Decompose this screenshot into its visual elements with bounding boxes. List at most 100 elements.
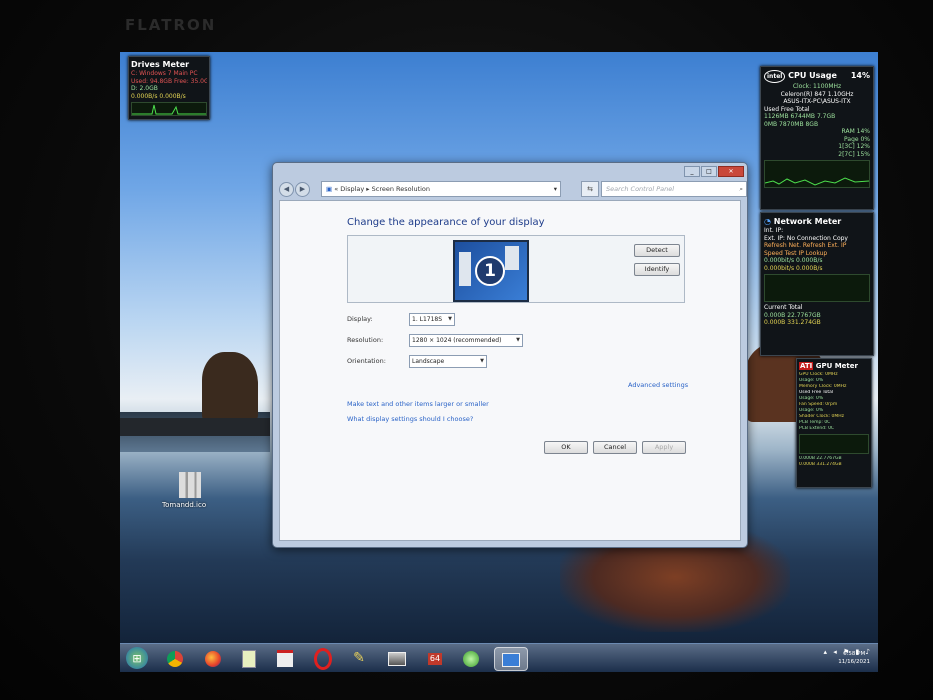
taskbar-64-button[interactable]: 64 bbox=[424, 647, 446, 669]
drives-line: C: Windows 7 Main PC bbox=[131, 70, 198, 77]
search-input[interactable]: Search Control Panel ⌕ bbox=[601, 181, 747, 197]
gpu-graph bbox=[799, 434, 869, 454]
network-meter-title: Network Meter bbox=[773, 217, 842, 226]
resolution-label: Resolution: bbox=[347, 336, 384, 344]
cpu-line: ASUS-ITX-PC\ASUS-ITX bbox=[783, 98, 851, 105]
firefox-icon bbox=[205, 650, 221, 667]
network-line: Int. IP: bbox=[764, 227, 784, 234]
monitor-number: 1 bbox=[475, 256, 505, 286]
calendar-icon bbox=[277, 650, 293, 667]
display-label: Display: bbox=[347, 315, 373, 323]
drives-meter-gadget[interactable]: Drives Meter C: Windows 7 Main PC Used: … bbox=[128, 56, 210, 120]
gpu-meter-gadget[interactable]: ATI GPU Meter GPU Clock: 0MHz Usage: 0% … bbox=[796, 358, 872, 488]
resolution-select[interactable]: 1280 × 1024 (recommended) ▼ bbox=[409, 334, 523, 347]
file-icon bbox=[179, 472, 201, 498]
cpu-usage-title: CPU Usage bbox=[788, 71, 837, 80]
gpu-line: PCB Extend: 0C bbox=[799, 426, 835, 431]
network-line: 0.000bit/s 0.000B/s bbox=[764, 264, 823, 272]
intel-logo-icon: intel bbox=[764, 70, 786, 83]
chrome-icon bbox=[167, 650, 183, 667]
cpu-line: 2[7C] 15% bbox=[838, 150, 870, 158]
cpu-line: Celeron(R) 847 1.10GHz bbox=[780, 90, 854, 98]
monitor-icon bbox=[502, 652, 520, 667]
cpu-line: 1[3C] 12% bbox=[838, 143, 870, 150]
screen-resolution-window[interactable]: _ □ ✕ ◀ ▶ ▣ « Display ▸ Screen Resolutio… bbox=[272, 162, 748, 548]
drives-line: Used: 94.8GB Free: 35.0GB bbox=[131, 77, 207, 85]
monitor-brand: FLATRON bbox=[125, 16, 217, 34]
identify-button[interactable]: Identify bbox=[634, 263, 680, 276]
refresh-button[interactable]: ⇆ bbox=[581, 181, 599, 197]
start-button[interactable]: ⊞ bbox=[126, 647, 148, 669]
cpu-usage-gadget[interactable]: intel CPU Usage 14% Clock: 1100MHz Celer… bbox=[760, 66, 874, 210]
detect-button[interactable]: Detect bbox=[634, 244, 680, 257]
navigation-bar: ◀ ▶ ▣ « Display ▸ Screen Resolution ▾ ⇆ … bbox=[279, 181, 747, 197]
cpu-line: 1126MB 6744MB 7.7GB bbox=[764, 113, 836, 120]
display-select[interactable]: 1. L1718S ▼ bbox=[409, 313, 455, 326]
chevron-down-icon: ▼ bbox=[516, 337, 520, 343]
orientation-select[interactable]: Landscape ▼ bbox=[409, 355, 487, 368]
cpu-graph bbox=[764, 160, 870, 188]
network-line: 0.000B 22.7767GB bbox=[764, 311, 821, 319]
window-controls: _ □ ✕ bbox=[683, 166, 744, 177]
photo-icon bbox=[388, 651, 406, 666]
taskbar-opera-button[interactable] bbox=[312, 647, 334, 670]
back-button[interactable]: ◀ bbox=[279, 182, 294, 197]
clock[interactable]: 6:58 PM 11/16/2021 bbox=[838, 650, 870, 666]
taskbar-firefox-button[interactable] bbox=[202, 647, 224, 669]
search-placeholder: Search Control Panel bbox=[606, 185, 675, 193]
taskbar-tools-button[interactable]: ✎ bbox=[348, 647, 370, 669]
breadcrumb-screen-resolution[interactable]: Screen Resolution bbox=[372, 185, 430, 193]
ati-logo-icon: ATI bbox=[799, 362, 814, 370]
network-line: 0.000B 331.274GB bbox=[764, 319, 821, 326]
monitor-preview[interactable]: 1 bbox=[453, 240, 529, 302]
taskbar-green-app-button[interactable] bbox=[460, 647, 482, 669]
taskbar-chrome-button[interactable] bbox=[164, 647, 186, 669]
notepad-icon bbox=[242, 649, 256, 668]
drives-meter-title: Drives Meter bbox=[131, 60, 190, 69]
close-button[interactable]: ✕ bbox=[718, 166, 744, 177]
maximize-button[interactable]: □ bbox=[701, 166, 717, 177]
desktop-icon-label: Tomandd.ico bbox=[162, 501, 207, 509]
cpu-line: Used Free Total bbox=[764, 105, 810, 113]
drives-line: 0.000B/s 0.000B/s bbox=[131, 92, 186, 100]
network-line[interactable]: Speed Test IP Lookup bbox=[764, 250, 870, 258]
gpu-line: 0.000B 331.274GB bbox=[799, 462, 842, 467]
display-help-link[interactable]: What display settings should I choose? bbox=[347, 415, 473, 423]
taskbar-calendar-button[interactable] bbox=[274, 647, 296, 669]
cpu-line: Page 0% bbox=[844, 135, 870, 143]
network-line[interactable]: Refresh Net. Refresh Ext. IP bbox=[764, 242, 870, 250]
search-icon: ⌕ bbox=[739, 185, 743, 193]
drives-line: D: 2.0GB bbox=[131, 85, 158, 92]
taskbar-notepad-button[interactable] bbox=[238, 647, 260, 669]
chevron-down-icon: ▼ bbox=[480, 358, 484, 364]
ok-button[interactable]: OK bbox=[544, 441, 588, 454]
desktop-icon[interactable]: Tomandd.ico bbox=[162, 472, 218, 509]
text-size-link[interactable]: Make text and other items larger or smal… bbox=[347, 400, 489, 408]
network-line: Ext. IP: No Connection Copy bbox=[764, 234, 848, 242]
network-graph bbox=[764, 274, 870, 302]
network-line: Current Total bbox=[764, 304, 803, 311]
cpu-usage-percent: 14% bbox=[850, 71, 870, 80]
display-select-value: 1. L1718S bbox=[412, 316, 443, 323]
page-title: Change the appearance of your display bbox=[347, 217, 545, 228]
cancel-button[interactable]: Cancel bbox=[593, 441, 637, 454]
windows-logo-icon: ⊞ bbox=[132, 652, 142, 665]
network-meter-gadget[interactable]: ◔ Network Meter Int. IP: Ext. IP: No Con… bbox=[760, 212, 874, 356]
cpu-line: 0MB 7870MB 8GB bbox=[764, 120, 819, 128]
globe-icon bbox=[463, 650, 479, 667]
breadcrumb-display[interactable]: Display bbox=[340, 185, 364, 193]
advanced-settings-link[interactable]: Advanced settings bbox=[628, 381, 688, 389]
address-bar[interactable]: ▣ « Display ▸ Screen Resolution ▾ bbox=[321, 181, 561, 197]
forward-button[interactable]: ▶ bbox=[295, 182, 310, 197]
gpu-meter-title: GPU Meter bbox=[815, 362, 858, 370]
resolution-select-value: 1280 × 1024 (recommended) bbox=[412, 337, 502, 344]
clock-date: 11/16/2021 bbox=[838, 659, 870, 665]
taskbar-photo-button[interactable] bbox=[386, 647, 408, 669]
minimize-button[interactable]: _ bbox=[684, 166, 700, 177]
taskbar-control-panel-button[interactable] bbox=[494, 647, 528, 671]
chevron-down-icon[interactable]: ▾ bbox=[554, 182, 557, 196]
cpu-line: RAM 14% bbox=[841, 128, 870, 135]
tools-icon: ✎ bbox=[353, 650, 365, 666]
apply-button[interactable]: Apply bbox=[642, 441, 686, 454]
network-line: 0.000bit/s 0.000B/s bbox=[764, 257, 823, 264]
